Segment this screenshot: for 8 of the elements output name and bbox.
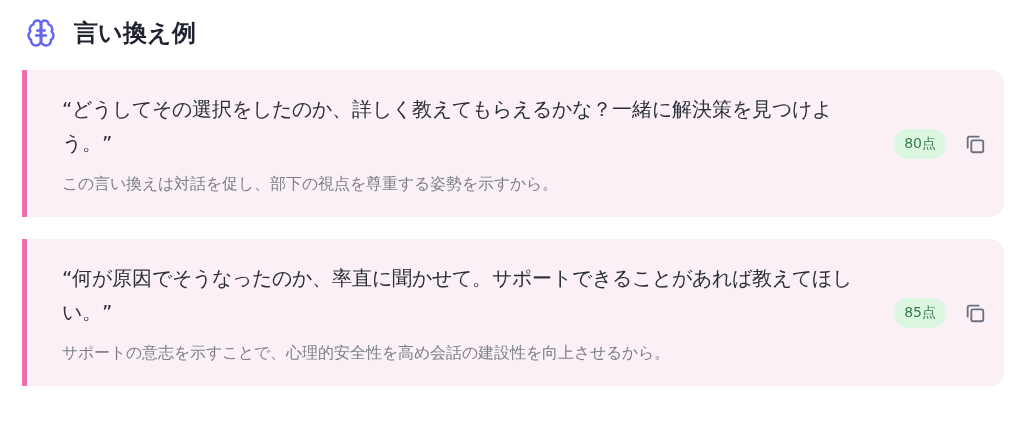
reason-text: サポートの意志を示すことで、心理的安全性を高め会話の建設性を向上させるから。 [62, 343, 671, 364]
reason-text: この言い換えは対話を促し、部下の視点を尊重する姿勢を示すから。 [62, 174, 559, 195]
quote-text: “どうしてその選択をしたのか、詳しく教えてもらえるかな？一緒に解決策を見つけよう。” [62, 96, 834, 157]
score-badge: 80点 [894, 128, 946, 159]
brain-icon [26, 18, 56, 48]
score-badge: 85点 [894, 297, 946, 328]
quote-text: “何が原因でそうなったのか、率直に聞かせて。サポートできることがあれば教えてほしい。” [62, 265, 854, 326]
section-title: 言い換え例 [74, 18, 196, 49]
